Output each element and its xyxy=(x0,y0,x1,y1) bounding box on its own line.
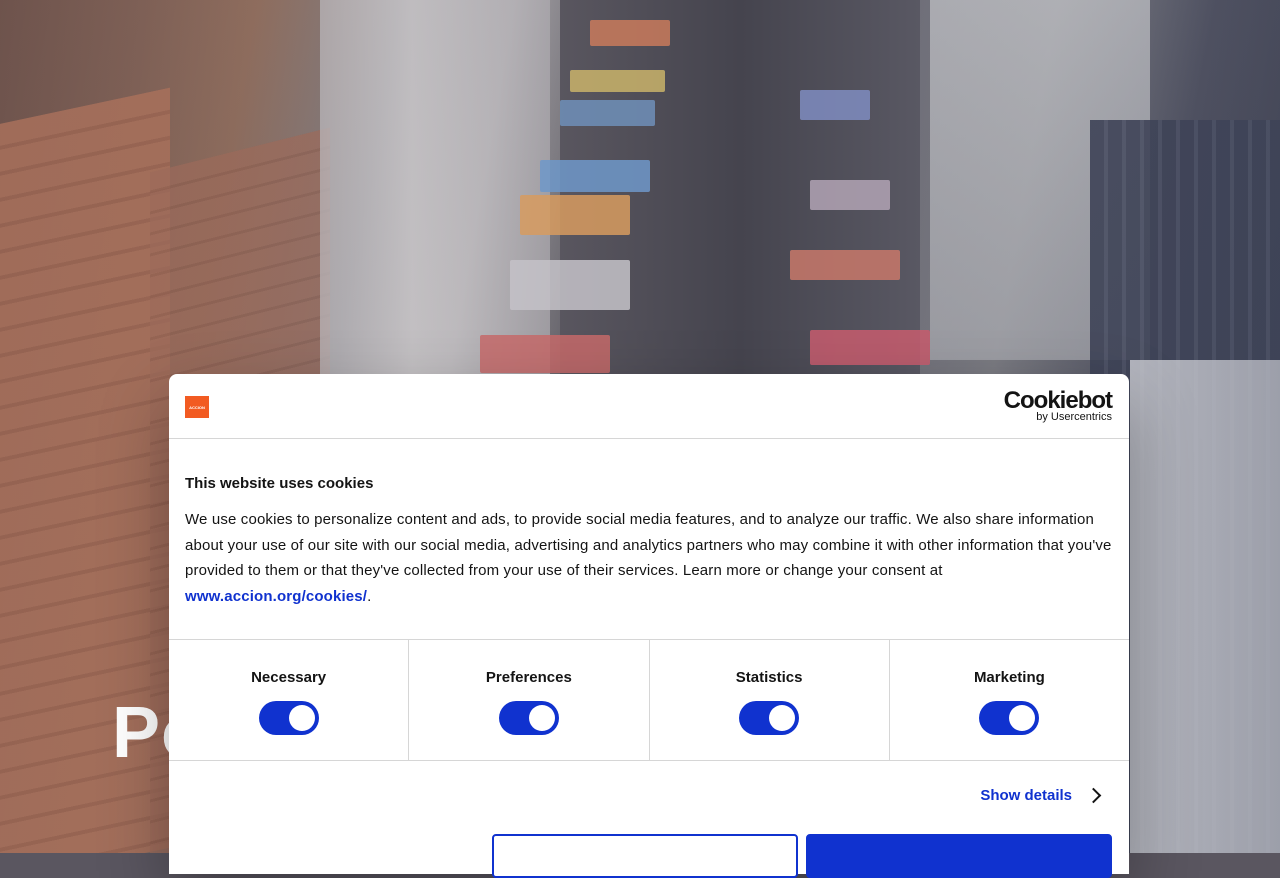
hero-image-awning xyxy=(520,195,630,235)
toggle-knob xyxy=(528,705,555,731)
toggle-label-marketing: Marketing xyxy=(973,669,1045,686)
cookiebot-logo: Cookiebot by Usercentrics xyxy=(1004,388,1113,423)
dialog-title: This website uses cookies xyxy=(185,475,374,492)
hero-image-awning xyxy=(510,260,630,310)
toggle-label-preferences: Preferences xyxy=(485,669,572,686)
toggle-knob xyxy=(1009,705,1036,731)
hero-image-awning xyxy=(810,180,890,210)
necessary-toggle[interactable] xyxy=(258,701,319,735)
marketing-toggle[interactable] xyxy=(979,701,1040,735)
hero-image-awning xyxy=(560,100,655,126)
toggle-knob xyxy=(288,705,315,731)
toggle-knob xyxy=(769,705,796,731)
hero-image-awning xyxy=(590,20,670,46)
hero-image-awning xyxy=(480,335,610,373)
dialog-header: ACCION Cookiebot by Usercentrics xyxy=(169,374,1129,439)
hero-image-awning xyxy=(570,70,665,92)
dialog-description-suffix: . xyxy=(367,587,372,605)
hero-image-awning xyxy=(790,250,900,280)
show-details-link[interactable]: Show details xyxy=(980,787,1072,804)
dialog-description: We use cookies to personalize content an… xyxy=(185,507,1113,609)
preferences-toggle[interactable] xyxy=(498,701,559,735)
toggle-cell-marketing: Marketing xyxy=(890,640,1129,760)
consent-toggles: Necessary Preferences Statistics Marketi… xyxy=(169,639,1129,761)
hero-image-awning xyxy=(800,90,870,120)
toggle-cell-preferences: Preferences xyxy=(409,640,650,760)
toggle-label-statistics: Statistics xyxy=(735,669,803,686)
allow-selection-button[interactable] xyxy=(492,834,798,878)
toggle-label-necessary: Necessary xyxy=(251,669,327,686)
hero-image-awning xyxy=(540,160,650,192)
toggle-cell-statistics: Statistics xyxy=(650,640,890,760)
hero-image-right-wall xyxy=(1130,360,1280,853)
cookies-policy-link[interactable]: www.accion.org/cookies/ xyxy=(185,588,367,605)
statistics-toggle[interactable] xyxy=(739,701,800,735)
allow-all-button[interactable] xyxy=(806,834,1112,878)
accion-logo: ACCION xyxy=(185,396,209,418)
toggle-cell-necessary: Necessary xyxy=(169,640,410,760)
cookie-consent-dialog: ACCION Cookiebot by Usercentrics This we… xyxy=(169,374,1129,878)
dialog-body: This website uses cookies We use cookies… xyxy=(169,439,1129,609)
dialog-description-text: We use cookies to personalize content an… xyxy=(185,511,1112,579)
show-details-row[interactable]: Show details xyxy=(980,787,1102,804)
chevron-right-icon[interactable] xyxy=(1085,787,1102,804)
hero-image-awning xyxy=(810,330,930,365)
